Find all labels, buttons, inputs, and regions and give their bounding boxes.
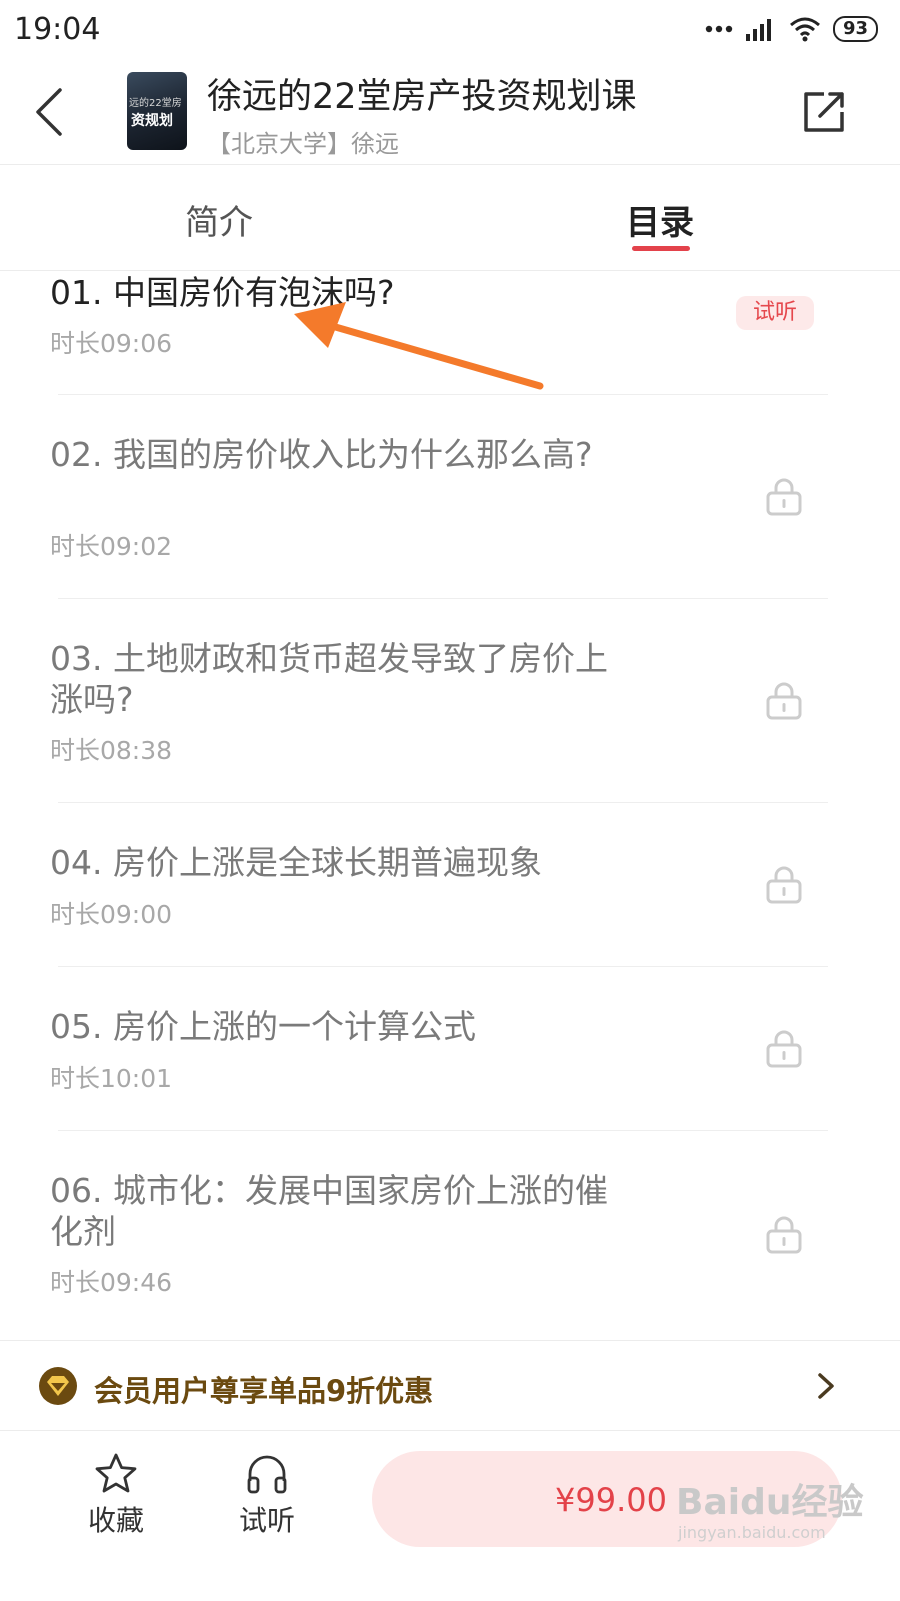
episode-duration: 时长08:38	[50, 736, 173, 765]
episode-duration: 时长09:46	[50, 1268, 173, 1297]
headphones-icon	[247, 1455, 287, 1494]
cover-headline: 资规划	[131, 113, 173, 129]
trial-badge[interactable]: 试听	[736, 296, 814, 330]
annotation-arrow-icon	[294, 302, 544, 390]
price-label: ¥99.00	[555, 1481, 667, 1519]
active-tab-indicator	[632, 246, 690, 251]
episode-duration: 时长09:06	[50, 329, 173, 358]
baidu-watermark: Baidu经验	[676, 1482, 864, 1523]
signal-icon	[745, 19, 771, 41]
lock-icon	[766, 1030, 802, 1068]
status-time: 19:04	[14, 12, 101, 47]
more-dots-icon	[705, 25, 733, 33]
favorite-button[interactable]: 收藏	[66, 1451, 166, 1539]
episode-title: 04. 房价上涨是全球长期普遍现象	[50, 843, 542, 882]
lock-icon	[766, 478, 802, 516]
lock-icon	[766, 682, 802, 720]
episode-title: 05. 房价上涨的一个计算公式	[50, 1007, 476, 1046]
vip-diamond-icon	[39, 1367, 77, 1405]
tabs-divider	[0, 270, 900, 271]
episode-item[interactable]: 04. 房价上涨是全球长期普遍现象 时长09:00	[0, 803, 900, 967]
episode-duration: 时长10:01	[50, 1064, 173, 1093]
tab-intro[interactable]: 简介	[185, 195, 253, 244]
trial-listen-label: 试听	[238, 1504, 295, 1537]
favorite-label: 收藏	[87, 1504, 144, 1537]
lock-icon	[766, 1216, 802, 1254]
wifi-icon	[789, 17, 820, 42]
bottom-action-bar: 收藏 试听 ¥99.00 Baidu经验 jingyan.baidu.com	[0, 1430, 900, 1601]
chevron-right-icon	[818, 1373, 834, 1399]
tab-catalog[interactable]: 目录	[626, 195, 694, 244]
episode-title: 03. 土地财政和货币超发导致了房价上涨吗?	[50, 639, 608, 719]
battery-indicator: 93	[832, 16, 878, 42]
lock-icon	[766, 866, 802, 904]
star-icon	[95, 1453, 137, 1493]
episode-item[interactable]: 06. 城市化：发展中国家房价上涨的催化剂 时长09:46	[0, 1131, 900, 1339]
member-discount-bar[interactable]: 会员用户尊享单品9折优惠	[0, 1340, 900, 1431]
cover-caption: 远的22堂房	[129, 98, 182, 109]
course-cover-image: 远的22堂房 资规划	[127, 72, 187, 150]
trial-listen-button[interactable]: 试听	[217, 1451, 317, 1539]
status-icons: 93	[705, 16, 878, 42]
episode-item[interactable]: 02. 我国的房价收入比为什么那么高? 时长09:02	[0, 395, 900, 599]
member-discount-text: 会员用户尊享单品9折优惠	[94, 1374, 434, 1408]
course-title: 徐远的22堂房产投资规划课	[207, 77, 637, 117]
episode-duration: 时长09:02	[50, 532, 173, 561]
course-author: 【北京大学】徐远	[207, 130, 399, 158]
share-icon[interactable]	[800, 88, 848, 136]
episode-title: 02. 我国的房价收入比为什么那么高?	[50, 435, 593, 474]
baidu-watermark-url: jingyan.baidu.com	[678, 1523, 826, 1542]
episode-title: 06. 城市化：发展中国家房价上涨的催化剂	[50, 1171, 608, 1251]
back-arrow-icon[interactable]	[30, 86, 70, 138]
episode-duration: 时长09:00	[50, 900, 173, 929]
episode-item[interactable]: 05. 房价上涨的一个计算公式 时长10:01	[0, 967, 900, 1131]
episode-item[interactable]: 03. 土地财政和货币超发导致了房价上涨吗? 时长08:38	[0, 599, 900, 803]
header-divider	[0, 164, 900, 165]
